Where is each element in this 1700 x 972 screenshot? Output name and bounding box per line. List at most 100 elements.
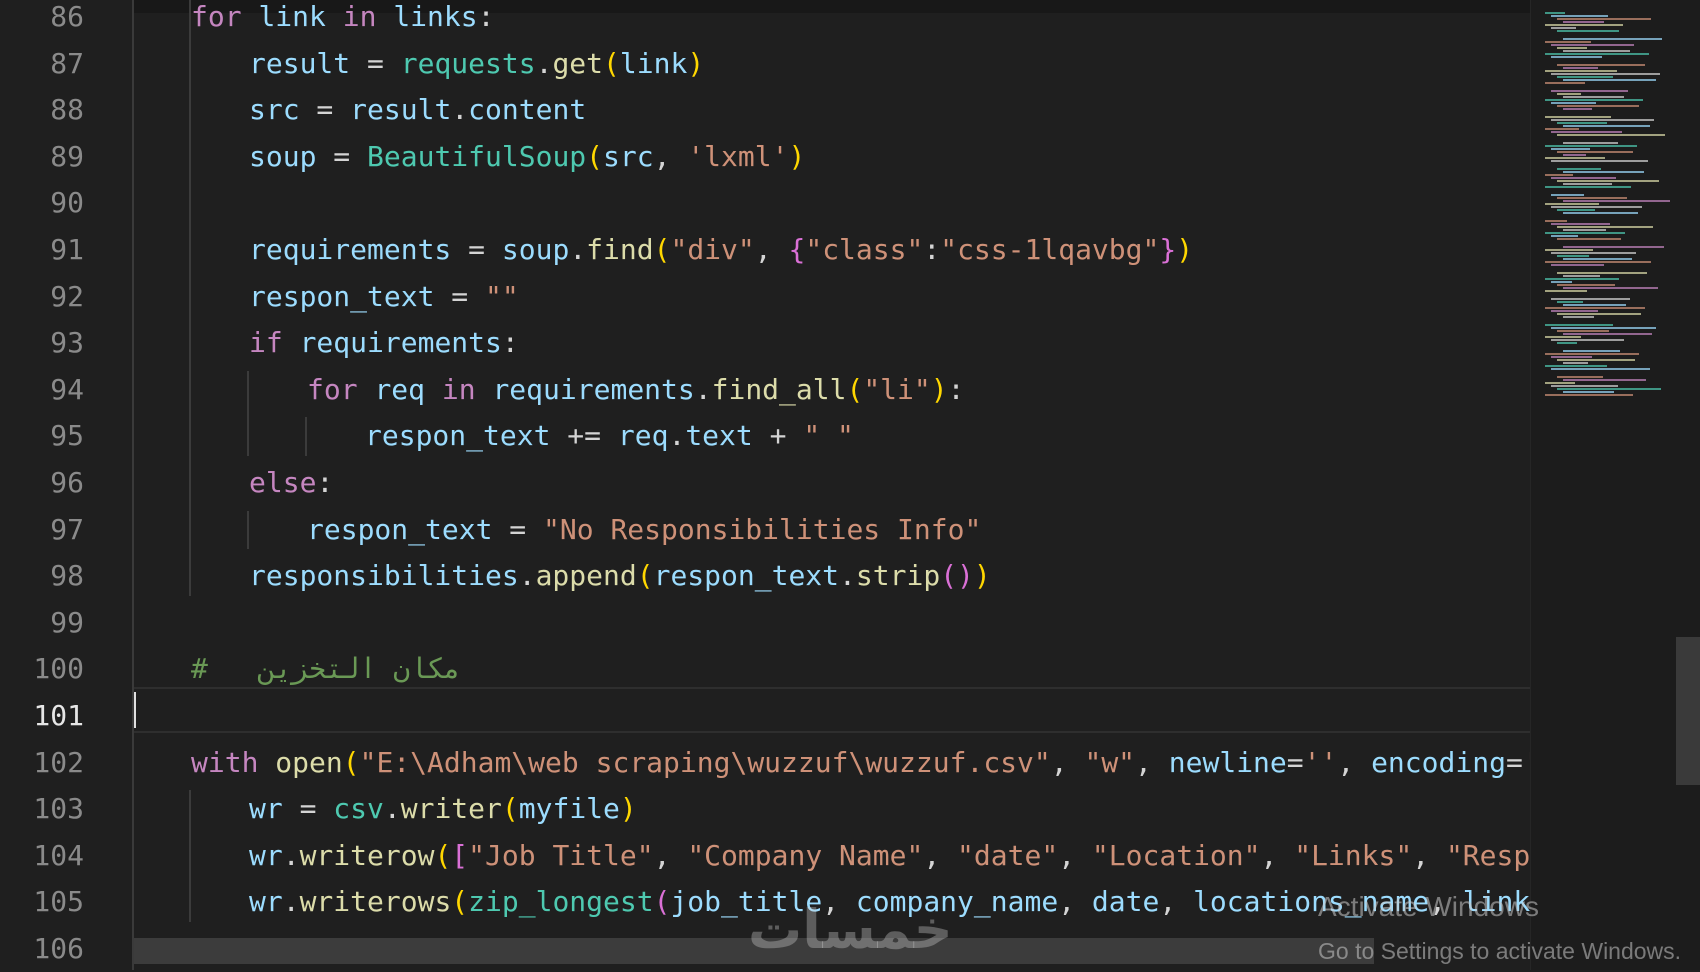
minimap-line xyxy=(1563,200,1670,202)
minimap-line xyxy=(1557,284,1615,286)
minimap-line xyxy=(1545,307,1645,309)
code-token: "li" xyxy=(863,372,931,406)
minimap-line xyxy=(1545,249,1593,251)
code-line[interactable]: # مكان التخزين xyxy=(191,646,461,692)
minimap-line xyxy=(1557,197,1627,199)
code-line[interactable]: requirements = soup.find("div", {"class"… xyxy=(249,227,1193,273)
minimap-line xyxy=(1557,359,1635,361)
code-token: src xyxy=(603,139,654,173)
code-token: ) xyxy=(930,372,948,406)
code-line[interactable]: wr.writerow(["Job Title", "Company Name"… xyxy=(249,833,1530,879)
code-token: link xyxy=(619,46,688,80)
code-token: [ xyxy=(451,838,469,872)
code-token: : xyxy=(923,233,941,266)
code-line[interactable]: for link in links: xyxy=(191,0,494,40)
minimap-line xyxy=(1551,27,1576,29)
minimap-line xyxy=(1551,310,1598,312)
line-number: 98 xyxy=(50,559,84,593)
code-token: link xyxy=(258,0,326,33)
minimap-line xyxy=(1557,18,1651,20)
minimap-line xyxy=(1557,134,1665,136)
code-token: 'utf-8' xyxy=(1523,746,1530,779)
code-line[interactable]: result = requests.get(link) xyxy=(249,41,704,87)
minimap-line xyxy=(1557,301,1583,303)
line-number: 103 xyxy=(33,792,84,826)
minimap-line xyxy=(1557,64,1645,66)
code-editor[interactable]: 86 87 88 89 90 91 92 93 94 95 96 97 98 99 100 101 102 103… xyxy=(0,0,1700,970)
minimap[interactable] xyxy=(1530,0,1700,970)
code-token: date xyxy=(1091,885,1160,919)
code-token: . xyxy=(569,233,587,266)
code-token: get xyxy=(552,46,604,80)
code-token: open xyxy=(275,745,343,779)
code-token: , xyxy=(1412,838,1446,872)
code-line[interactable]: wr = csv.writer(myfile) xyxy=(249,786,637,832)
minimap-line xyxy=(1551,281,1572,283)
vertical-scrollbar-thumb[interactable] xyxy=(1676,637,1700,785)
code-token: wr xyxy=(249,838,283,872)
minimap-line xyxy=(1545,232,1625,234)
indent-guide xyxy=(247,370,249,456)
code-token: . xyxy=(451,93,469,127)
code-token: ) xyxy=(619,792,637,826)
code-token: find_all xyxy=(711,372,847,406)
line-number: 102 xyxy=(33,745,84,779)
minimap-line xyxy=(1563,67,1598,69)
line-number: 105 xyxy=(33,885,84,919)
code-token: "Links" xyxy=(1294,838,1413,872)
code-token: writer xyxy=(400,792,502,826)
code-token: BeautifulSoup xyxy=(367,139,587,173)
brand-watermark-logo: خمسات xyxy=(748,898,953,961)
minimap-line xyxy=(1545,99,1643,101)
code-token: " " xyxy=(803,419,854,453)
watermark-subtitle: Go to Settings to activate Windows. xyxy=(1318,938,1682,964)
code-line[interactable]: src = result.content xyxy=(249,87,586,133)
code-token: "class" xyxy=(805,233,924,266)
code-token: if xyxy=(249,326,283,360)
code-token: , xyxy=(1135,745,1169,779)
code-line[interactable]: if requirements: xyxy=(249,320,519,366)
code-line[interactable]: else: xyxy=(249,460,333,506)
code-token: : xyxy=(477,0,495,33)
code-text-area[interactable]: for link in links: result = requests.get(… xyxy=(134,0,1530,970)
minimap-line xyxy=(1557,272,1647,274)
code-token: ( xyxy=(451,885,469,919)
code-token: ( xyxy=(653,233,671,266)
code-line[interactable]: with open("E:\Adham\web scraping\wuzzuf\… xyxy=(191,740,1530,786)
minimap-line xyxy=(1563,38,1662,40)
code-line[interactable]: soup = BeautifulSoup(src, 'lxml') xyxy=(249,134,805,180)
minimap-line xyxy=(1551,160,1648,162)
code-token: ( xyxy=(586,139,604,173)
minimap-line xyxy=(1545,261,1651,263)
minimap-line xyxy=(1563,287,1658,289)
code-token: . xyxy=(535,46,553,80)
code-token: = xyxy=(434,279,486,313)
code-token: = xyxy=(299,93,351,127)
minimap-line xyxy=(1551,264,1604,266)
code-token: respon_text xyxy=(307,512,493,546)
minimap-line xyxy=(1563,21,1604,23)
code-token: in xyxy=(342,0,377,33)
code-line[interactable]: for req in requirements.find_all("li"): xyxy=(307,367,964,413)
line-number: 100 xyxy=(33,652,84,686)
code-token: for xyxy=(307,372,358,406)
code-token: ) xyxy=(973,559,991,593)
code-line[interactable]: responsibilities.append(respon_text.stri… xyxy=(249,553,991,599)
indent-guide xyxy=(189,0,191,596)
minimap-line xyxy=(1557,388,1661,390)
code-token: result xyxy=(249,46,351,80)
code-line[interactable]: respon_text += req.text + " " xyxy=(365,413,854,459)
code-token: = xyxy=(1505,745,1523,779)
minimap-line xyxy=(1563,154,1586,156)
code-token: respon_text xyxy=(249,279,435,313)
minimap-line xyxy=(1557,105,1639,107)
code-token: "Responsibilities" xyxy=(1445,838,1530,872)
code-line[interactable]: respon_text = "No Responsibilities Info" xyxy=(307,507,981,553)
minimap-line xyxy=(1563,142,1618,144)
code-line[interactable]: respon_text = "" xyxy=(249,274,519,320)
code-token: zip_longest xyxy=(468,885,654,919)
code-token: 'lxml' xyxy=(687,139,789,173)
minimap-line xyxy=(1545,203,1599,205)
